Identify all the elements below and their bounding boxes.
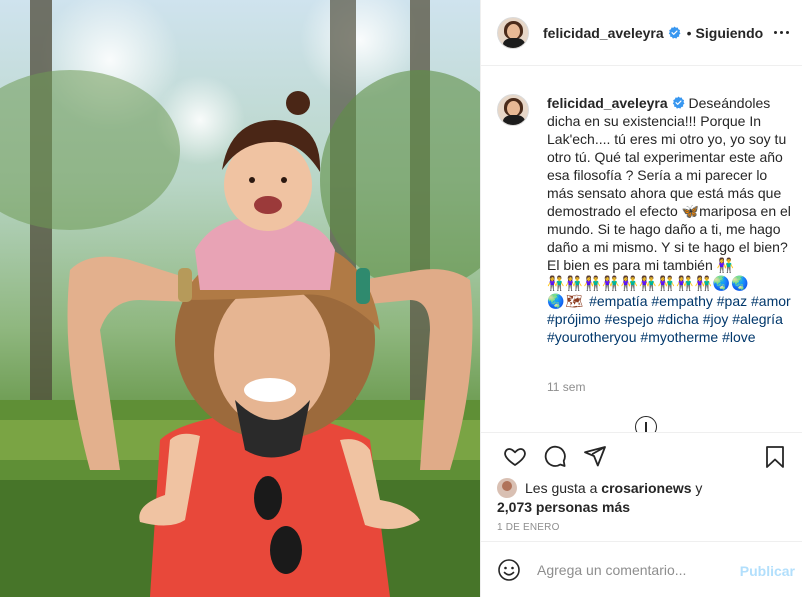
- caption-text: felicidad_aveleyra Deseándoles dicha en …: [547, 94, 797, 346]
- likes-middle: y: [691, 480, 703, 496]
- publish-button[interactable]: Publicar: [740, 563, 795, 579]
- share-button[interactable]: [575, 436, 615, 476]
- load-more-icon[interactable]: [635, 416, 657, 432]
- post-date[interactable]: 1 DE ENERO: [497, 522, 560, 533]
- action-bar: [481, 432, 802, 478]
- author-avatar[interactable]: [497, 16, 529, 49]
- caption-verified-badge-icon: [672, 96, 685, 109]
- post-photo[interactable]: [0, 0, 480, 597]
- hashtag-link[interactable]: #alegría: [732, 311, 783, 327]
- liker-username[interactable]: crosarionews: [601, 480, 691, 496]
- hashtag-link[interactable]: #joy: [703, 311, 729, 327]
- caption-emojis: 👫👫👫👫👫👫👫👫👫🌏🌏: [547, 275, 750, 291]
- post-header: felicidad_aveleyra • Siguiendo: [481, 0, 802, 66]
- hashtag-link[interactable]: #paz: [717, 293, 747, 309]
- more-options-icon[interactable]: [769, 22, 793, 42]
- author-username[interactable]: felicidad_aveleyra: [543, 25, 664, 41]
- verified-badge-icon: [668, 26, 681, 39]
- hashtag-link[interactable]: #empathy: [651, 293, 712, 309]
- emoji-icon[interactable]: [497, 558, 521, 582]
- post-sidebar: felicidad_aveleyra • Siguiendo felicidad…: [480, 0, 802, 597]
- comments-section[interactable]: felicidad_aveleyra Deseándoles dicha en …: [481, 66, 802, 432]
- caption-emojis-2: 🌏🗺: [547, 293, 590, 309]
- hashtag-link[interactable]: #espejo: [605, 311, 654, 327]
- hashtag-link[interactable]: #amor: [751, 293, 791, 309]
- hashtag-link[interactable]: #yourotheryou: [547, 329, 637, 345]
- header-separator: •: [686, 24, 692, 41]
- likes-prefix: Les gusta a: [525, 480, 602, 496]
- share-icon: [584, 445, 606, 466]
- hashtag-link[interactable]: #myotherme: [640, 329, 718, 345]
- hashtag-link[interactable]: #empatía: [589, 293, 647, 309]
- hashtag-link[interactable]: #love: [722, 329, 755, 345]
- comment-button[interactable]: [535, 436, 575, 476]
- hashtag-link[interactable]: #dicha: [658, 311, 699, 327]
- comment-input[interactable]: [537, 561, 737, 578]
- photo-illustration: [0, 0, 480, 597]
- comment-icon: [544, 445, 566, 467]
- heart-icon: [504, 447, 526, 466]
- comment-composer: Publicar: [481, 541, 802, 597]
- caption-username[interactable]: felicidad_aveleyra: [547, 95, 668, 111]
- save-button[interactable]: [755, 437, 795, 477]
- hashtag-link[interactable]: #prójimo: [547, 311, 601, 327]
- liker-avatar[interactable]: [497, 478, 517, 498]
- likes-count[interactable]: 2,073 personas más: [497, 499, 630, 515]
- caption-body: Deseándoles dicha en su existencia!!! Po…: [547, 95, 791, 273]
- likes-summary: Les gusta a crosarionews y 2,073 persona…: [497, 478, 795, 516]
- bookmark-icon: [766, 446, 784, 468]
- like-button[interactable]: [495, 436, 535, 476]
- caption-timestamp[interactable]: 11 sem: [547, 380, 585, 394]
- follow-status-button[interactable]: Siguiendo: [696, 25, 764, 41]
- caption-avatar[interactable]: [497, 94, 529, 126]
